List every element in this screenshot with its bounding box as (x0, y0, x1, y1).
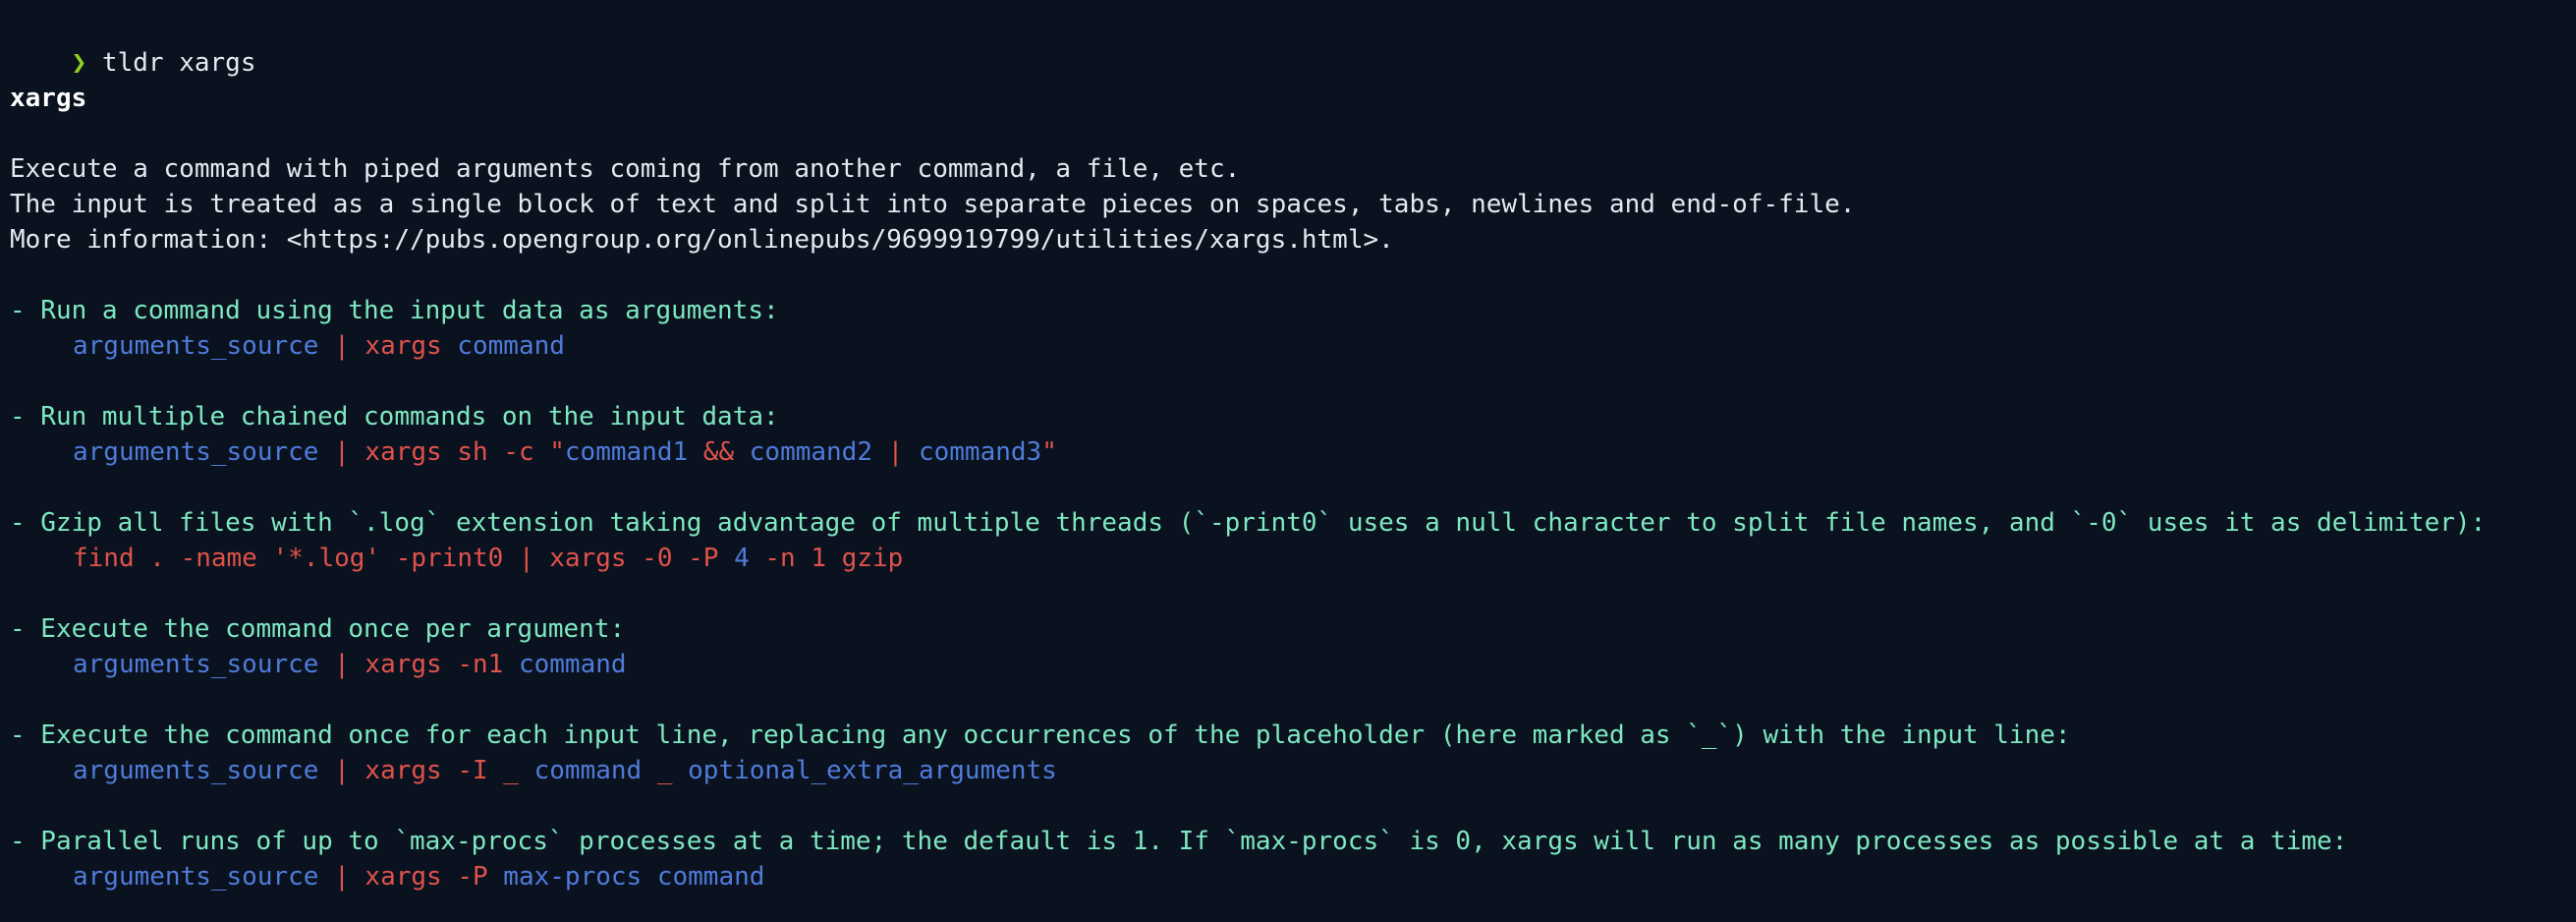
command-placeholder: command3 (918, 437, 1042, 467)
example-description: - Gzip all files with `.log` extension t… (10, 508, 2487, 538)
terminal-window[interactable]: ❯ tldr xargs xargs Execute a command wit… (0, 0, 2576, 922)
example-command: find . -name '*.log' -print0 | xargs -0 … (73, 541, 903, 576)
example-command: arguments_source | xargs -n1 command (73, 647, 627, 682)
example-description: - Execute the command once for each inpu… (10, 720, 2071, 750)
command-literal: _ (642, 756, 689, 785)
command-literal: | xargs sh -c " (318, 437, 565, 467)
command-placeholder: max-procs (503, 862, 643, 892)
command-literal: " (1041, 437, 1057, 467)
command-placeholder: command (518, 650, 627, 679)
command-placeholder: arguments_source (73, 331, 319, 361)
command-placeholder: command2 (749, 437, 872, 467)
example-description: - Parallel runs of up to `max-procs` pro… (10, 827, 2348, 856)
example-command: arguments_source | xargs command (73, 328, 565, 364)
command-literal: | xargs (318, 331, 458, 361)
example-command: arguments_source | xargs -P max-procs co… (73, 859, 764, 894)
more-info-line: More information: <https://pubs.opengrou… (10, 225, 1394, 255)
command-literal: && (688, 437, 750, 467)
example-description: - Run a command using the input data as … (10, 296, 779, 325)
command-literal: | (872, 437, 919, 467)
command-literal: | xargs -P (318, 862, 504, 892)
command-literal: -n 1 gzip (749, 544, 904, 573)
example-command: arguments_source | xargs sh -c "command1… (73, 434, 1057, 470)
command-literal: | xargs -I _ (318, 756, 534, 785)
command-placeholder: arguments_source (73, 862, 319, 892)
command-literal: | xargs -n1 (318, 650, 519, 679)
example-description: - Run multiple chained commands on the i… (10, 402, 779, 432)
description-line: Execute a command with piped arguments c… (10, 154, 1241, 184)
command-placeholder: command (656, 862, 765, 892)
example-command: arguments_source | xargs -I _ command _ … (73, 753, 1057, 788)
typed-command: tldr xargs (86, 48, 256, 78)
command-placeholder: 4 (734, 544, 750, 573)
command-literal: find . -name '*.log' -print0 | xargs -0 … (73, 544, 735, 573)
prompt-arrow-icon: ❯ (71, 48, 87, 78)
command-placeholder: arguments_source (73, 437, 319, 467)
command-placeholder: arguments_source (73, 756, 319, 785)
command-literal (642, 862, 657, 892)
page-title: xargs (10, 84, 87, 113)
command-placeholder: command (533, 756, 643, 785)
command-placeholder: command1 (564, 437, 689, 467)
command-placeholder: optional_extra_arguments (688, 756, 1057, 785)
example-description: - Execute the command once per argument: (10, 614, 626, 644)
command-placeholder: arguments_source (73, 650, 319, 679)
description-line: The input is treated as a single block o… (10, 190, 1856, 219)
command-placeholder: command (457, 331, 565, 361)
prompt-line: ❯ tldr xargs (10, 10, 256, 78)
